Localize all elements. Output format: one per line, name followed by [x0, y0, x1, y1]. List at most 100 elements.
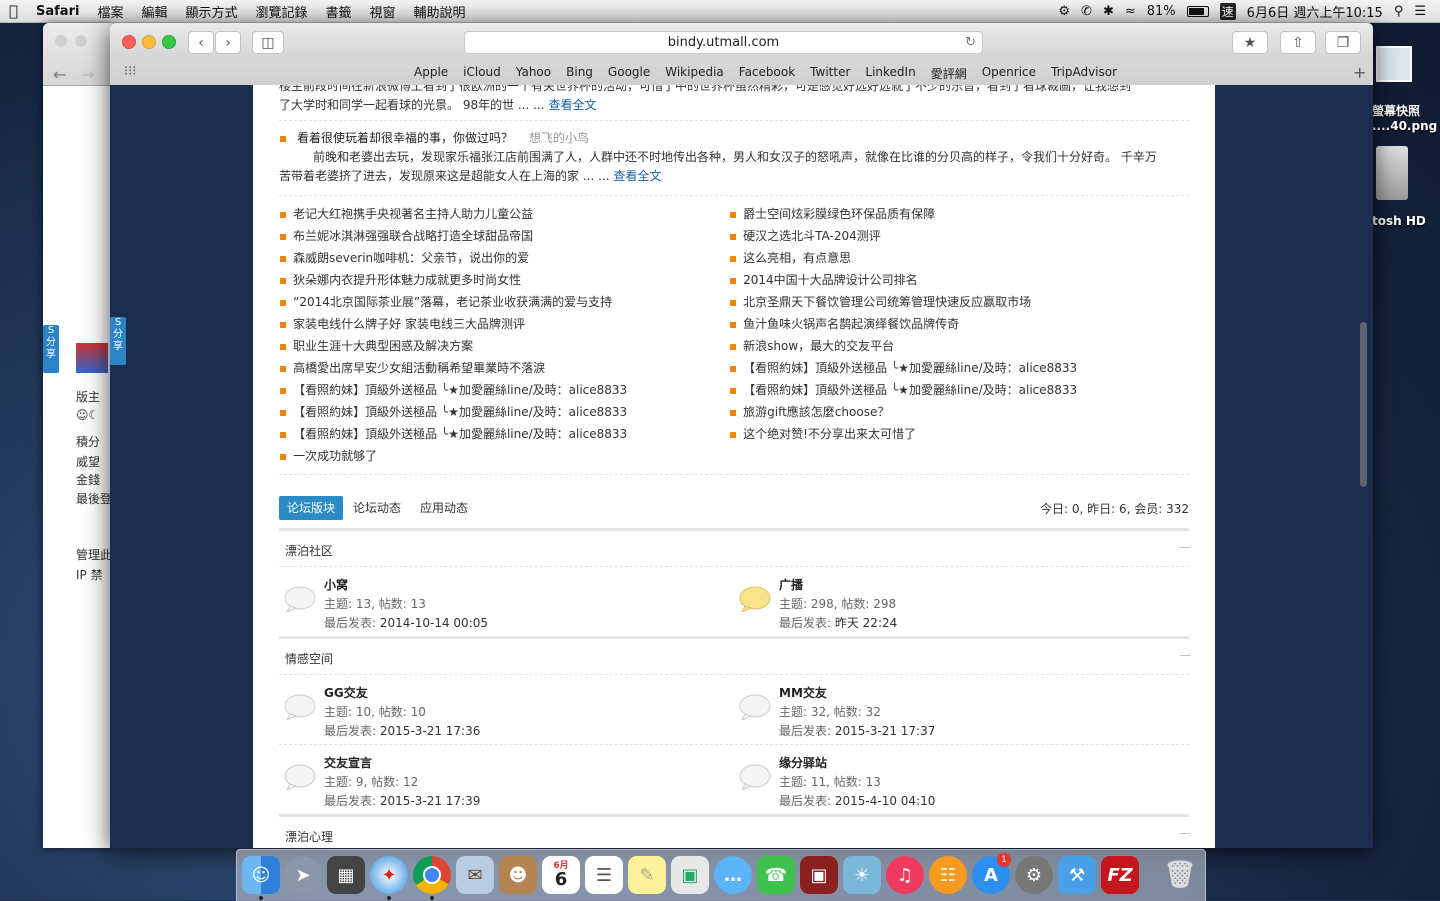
- mission-control-icon[interactable]: ▦: [327, 856, 365, 894]
- facetime-icon[interactable]: ☎: [757, 856, 795, 894]
- sidebar-toggle-icon[interactable]: ◫: [252, 31, 284, 54]
- battery-icon[interactable]: [1186, 5, 1209, 17]
- news-link-text[interactable]: 一次成功就够了: [293, 449, 377, 463]
- news-link-item[interactable]: ▪ 旅游gift應該怎麼choose？: [729, 403, 889, 420]
- article-2-read-more[interactable]: 查看全文: [613, 169, 661, 183]
- menu-help[interactable]: 輔助說明: [405, 2, 475, 21]
- hard-drive-label[interactable]: tosh HD: [1372, 214, 1426, 228]
- forum-name[interactable]: 小窝: [324, 576, 348, 593]
- share-icon[interactable]: ⇧: [1280, 31, 1316, 54]
- news-link-text[interactable]: 狄朵娜内衣提升形体魅力成就更多时尚女性: [293, 273, 521, 287]
- phone-icon[interactable]: ✆: [1081, 4, 1092, 19]
- news-link-item[interactable]: ▪ “2014北京国际茶业展”落幕，老记茶业收获满满的爱与支持: [279, 293, 612, 310]
- news-link-item[interactable]: ▪ 家装电线什么牌子好 家装电线三大品牌测评: [279, 315, 525, 332]
- share-button-left[interactable]: S 分享: [43, 325, 59, 373]
- spotlight-search-icon[interactable]: ⚲: [1394, 4, 1404, 19]
- battery-percent[interactable]: 81%: [1147, 4, 1176, 19]
- screenshot-file-icon[interactable]: [1376, 46, 1412, 82]
- news-link-item[interactable]: ▪ 这个绝对赞!不分享出来太可惜了: [729, 425, 916, 442]
- share-button[interactable]: S 分享: [110, 317, 126, 365]
- fav-wikipedia[interactable]: Wikipedia: [665, 65, 724, 82]
- messages-icon[interactable]: …: [714, 856, 752, 894]
- menu-edit[interactable]: 編輯: [132, 2, 176, 21]
- fav-google[interactable]: Google: [608, 65, 650, 82]
- reload-icon[interactable]: ↻: [965, 32, 976, 53]
- safari-window[interactable]: ‹ › ◫ bindy.utmall.com ↻ ★ ⇧ ❐ ⁝⁝⁝ Apple…: [110, 23, 1373, 848]
- chrome-icon[interactable]: [413, 856, 451, 894]
- calendar-icon[interactable]: 6月 6: [542, 856, 580, 894]
- fav-facebook[interactable]: Facebook: [739, 65, 795, 82]
- menu-window[interactable]: 視窗: [361, 2, 405, 21]
- news-link-item[interactable]: ▪ 这么亮相，有点意思: [729, 249, 851, 266]
- news-link-text[interactable]: 职业生涯十大典型困惑及解决方案: [293, 339, 473, 353]
- filezilla-icon[interactable]: FZ: [1101, 856, 1139, 894]
- fav-bing[interactable]: Bing: [566, 65, 593, 82]
- new-tab-plus-icon[interactable]: +: [1353, 63, 1366, 82]
- reader-icon[interactable]: ★: [1232, 31, 1268, 54]
- reminders-icon[interactable]: ☰: [585, 856, 623, 894]
- news-link-text[interactable]: 新浪show，最大的交友平台: [743, 339, 894, 353]
- ibooks-icon[interactable]: ☷: [929, 856, 967, 894]
- menu-clock[interactable]: 6月6日 週六上午10:15: [1247, 2, 1383, 21]
- top-sites-grid-icon[interactable]: ⁝⁝⁝: [124, 64, 136, 79]
- fav-twitter[interactable]: Twitter: [810, 65, 850, 82]
- forum-item-xiaowo[interactable]: 小窝 主题: 13, 帖数: 13 最后发表: 2014-10-14 00:05: [284, 576, 684, 640]
- migration-assistant-icon[interactable]: ⚒: [1058, 856, 1096, 894]
- menu-file[interactable]: 檔案: [88, 2, 132, 21]
- news-link-text[interactable]: 这个绝对赞!不分享出来太可惜了: [743, 427, 916, 441]
- desktop-file-label[interactable]: 螢幕快照 ....40.png: [1372, 102, 1437, 133]
- news-link-text[interactable]: 鱼汁鱼味火锅声名鹊起演绎餐饮品牌传奇: [743, 317, 959, 331]
- trash-icon[interactable]: 🗑: [1161, 856, 1199, 894]
- forum-item-gg[interactable]: GG交友 主题: 10, 帖数: 10 最后发表: 2015-3-21 17:3…: [284, 684, 684, 748]
- address-bar[interactable]: bindy.utmall.com ↻: [464, 31, 983, 54]
- news-link-text[interactable]: 【看照約妹】頂級外送極品 ╰★加愛麗絲line/及時：alice8833: [743, 361, 1077, 375]
- news-link-item[interactable]: ▪ 【看照約妹】頂級外送極品 ╰★加愛麗絲line/及時：alice8833: [279, 381, 627, 398]
- forum-name[interactable]: GG交友: [324, 684, 368, 701]
- preview-icon[interactable]: ▣: [671, 856, 709, 894]
- photo-booth-icon[interactable]: ▣: [800, 856, 838, 894]
- tab-forum-activity[interactable]: 论坛动态: [345, 496, 409, 520]
- news-link-item[interactable]: ▪ 【看照約妹】頂級外送極品 ╰★加愛麗絲line/及時：alice8833: [279, 403, 627, 420]
- news-link-text[interactable]: “2014北京国际茶业展”落幕，老记茶业收获满满的爱与支持: [293, 295, 612, 309]
- news-link-text[interactable]: 高橋愛出席早安少女組活動稱希望畢業時不落淚: [293, 361, 545, 375]
- section-title-drift-psychology[interactable]: 漂泊心理: [285, 828, 333, 845]
- forum-name[interactable]: 缘分驿站: [779, 754, 827, 771]
- safari-icon[interactable]: ✦: [370, 856, 408, 894]
- news-link-text[interactable]: 【看照約妹】頂級外送極品 ╰★加愛麗絲line/及時：alice8833: [293, 427, 627, 441]
- news-link-item[interactable]: ▪ 新浪show，最大的交友平台: [729, 337, 894, 354]
- news-link-text[interactable]: 这么亮相，有点意思: [743, 251, 851, 265]
- apple-icon[interactable]: : [0, 2, 27, 20]
- news-link-item[interactable]: ▪ 【看照約妹】頂級外送極品 ╰★加愛麗絲line/及時：alice8833: [279, 425, 627, 442]
- news-link-item[interactable]: ▪ 【看照約妹】頂級外送極品 ╰★加愛麗絲line/及時：alice8833: [729, 359, 1077, 376]
- background-browser-window[interactable]: ← → S 分享 版主 ☺☾ 積分 威望 金錢 最後登 管理此 IP 禁: [43, 23, 113, 848]
- forum-item-declaration[interactable]: 交友宣言 主题: 9, 帖数: 12 最后发表: 2015-3-21 17:39: [284, 754, 684, 818]
- vertical-scrollbar[interactable]: [1360, 322, 1367, 487]
- itunes-icon[interactable]: ♫: [886, 856, 924, 894]
- fav-linkedin[interactable]: LinkedIn: [865, 65, 915, 82]
- tab-app-activity[interactable]: 应用动态: [412, 496, 476, 520]
- news-link-text[interactable]: 森威朗severin咖啡机：父亲节，说出你的爱: [293, 251, 529, 265]
- notes-icon[interactable]: ✎: [628, 856, 666, 894]
- menu-bookmarks[interactable]: 書籤: [317, 2, 361, 21]
- section-title-emotion-space[interactable]: 情感空间: [285, 650, 333, 667]
- article-2-title[interactable]: 看着很使玩着却很幸福的事，你做过吗？: [297, 131, 513, 145]
- news-link-item[interactable]: ▪ 职业生涯十大典型困惑及解决方案: [279, 337, 473, 354]
- section-collapse-icon[interactable]: —: [1179, 826, 1191, 840]
- section-collapse-icon[interactable]: —: [1179, 540, 1191, 554]
- news-link-item[interactable]: ▪ 布兰妮冰淇淋强强联合战略打造全球甜品帝国: [279, 227, 533, 244]
- news-link-text[interactable]: 家装电线什么牌子好 家装电线三大品牌测评: [293, 317, 525, 331]
- menu-app-name[interactable]: Safari: [27, 4, 88, 19]
- bg-close-button[interactable]: [55, 35, 67, 47]
- news-link-item[interactable]: ▪ 北京圣鼎天下餐饮管理公司统筹管理快速反应赢取市场: [729, 293, 1031, 310]
- news-link-text[interactable]: 【看照約妹】頂級外送極品 ╰★加愛麗絲line/及時：alice8833: [293, 405, 627, 419]
- forum-item-broadcast[interactable]: 广播 主题: 298, 帖数: 298 最后发表: 昨天 22:24: [739, 576, 1139, 640]
- status-app-icon[interactable]: ⚙: [1058, 4, 1070, 19]
- news-link-text[interactable]: 北京圣鼎天下餐饮管理公司统筹管理快速反应赢取市场: [743, 295, 1031, 309]
- news-link-item[interactable]: ▪ 爵士空间炫彩膜绿色环保品质有保障: [729, 205, 935, 222]
- finder-icon[interactable]: ☺: [242, 856, 280, 894]
- news-link-item[interactable]: ▪ 鱼汁鱼味火锅声名鹊起演绎餐饮品牌传奇: [729, 315, 959, 332]
- bluetooth-icon[interactable]: ✱: [1103, 4, 1114, 19]
- mail-icon[interactable]: ✉: [456, 856, 494, 894]
- section-collapse-icon[interactable]: —: [1179, 648, 1191, 662]
- forward-icon[interactable]: ›: [215, 31, 241, 54]
